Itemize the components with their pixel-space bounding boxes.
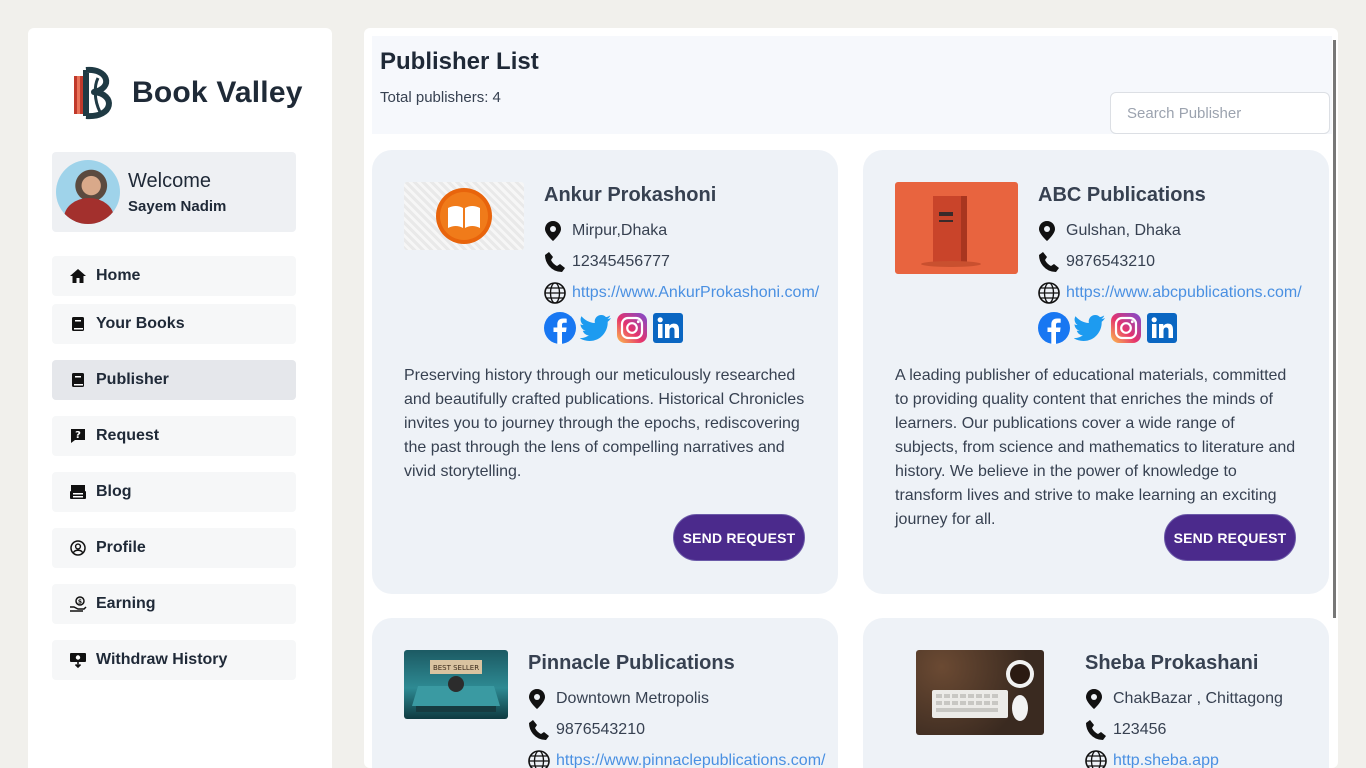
- linkedin-icon[interactable]: [652, 312, 684, 344]
- scrollbar[interactable]: [1333, 40, 1336, 618]
- welcome-username: Sayem Nadim: [128, 197, 227, 215]
- total-publishers: Total publishers: 4: [380, 89, 501, 106]
- publisher-website-link[interactable]: https://www.AnkurProkashoni.com/: [572, 284, 819, 302]
- publisher-address: Mirpur,Dhaka: [572, 221, 668, 239]
- svg-text:?: ?: [75, 430, 81, 441]
- brand[interactable]: Book Valley: [68, 66, 303, 120]
- publisher-logo: [895, 182, 1018, 274]
- book-icon: [68, 371, 88, 389]
- phone-icon: [544, 250, 568, 274]
- sidebar-item-label: Earning: [96, 595, 156, 612]
- publisher-name: Pinnacle Publications: [528, 652, 735, 674]
- svg-text:$: $: [78, 599, 82, 606]
- globe-icon: [544, 281, 568, 305]
- facebook-icon[interactable]: [544, 312, 576, 344]
- sidebar-item-request[interactable]: ? Request: [52, 416, 296, 456]
- welcome-title: Welcome: [128, 169, 211, 192]
- sidebar-item-label: Blog: [96, 483, 132, 500]
- publisher-logo: BEST SELLER: [404, 650, 508, 719]
- publisher-logo: [404, 182, 524, 250]
- publisher-address: ChakBazar , Chittagong: [1113, 689, 1283, 707]
- sidebar-item-label: Withdraw History: [96, 651, 228, 668]
- sidebar-item-your-books[interactable]: Your Books: [52, 304, 296, 344]
- question-icon: ?: [68, 427, 88, 445]
- publisher-card: Sheba Prokashani ChakBazar , Chittagong …: [863, 618, 1329, 768]
- instagram-icon[interactable]: [1110, 312, 1142, 344]
- phone-icon: [1038, 250, 1062, 274]
- sidebar-item-label: Profile: [96, 539, 146, 556]
- sidebar-item-profile[interactable]: Profile: [52, 528, 296, 568]
- publisher-description: Preserving history through our meticulou…: [404, 367, 805, 480]
- location-pin-icon: [528, 687, 552, 711]
- facebook-icon[interactable]: [1038, 312, 1070, 344]
- location-pin-icon: [544, 219, 568, 243]
- send-request-button[interactable]: SEND REQUEST: [673, 514, 805, 561]
- avatar[interactable]: [56, 160, 120, 224]
- main-content: Publisher List Total publishers: 4 Ankur…: [364, 28, 1338, 768]
- phone-icon: [1085, 718, 1109, 742]
- user-circle-icon: [68, 539, 88, 557]
- blog-icon: [68, 483, 88, 501]
- publisher-logo: [916, 650, 1044, 735]
- sidebar-item-publisher[interactable]: Publisher: [52, 360, 296, 400]
- publisher-name: Ankur Prokashoni: [544, 184, 717, 206]
- sidebar-item-label: Your Books: [96, 315, 185, 332]
- publisher-card: ABC Publications Gulshan, Dhaka 98765432…: [863, 150, 1329, 594]
- twitter-icon[interactable]: [580, 312, 612, 344]
- twitter-icon[interactable]: [1074, 312, 1106, 344]
- sidebar-item-earning[interactable]: $ Earning: [52, 584, 296, 624]
- globe-icon: [528, 749, 552, 768]
- publisher-website-link[interactable]: http.sheba.app: [1113, 752, 1219, 768]
- location-pin-icon: [1038, 219, 1062, 243]
- home-icon: [68, 267, 88, 285]
- publisher-address: Downtown Metropolis: [556, 689, 709, 707]
- book-icon: [68, 315, 88, 333]
- brand-name: Book Valley: [132, 76, 303, 109]
- publisher-phone: 12345456777: [572, 252, 670, 270]
- sidebar: Book Valley Welcome Sayem Nadim Home You…: [28, 28, 332, 768]
- book-valley-logo: [68, 66, 118, 120]
- sidebar-nav: Home Your Books Publisher ? Request Blog: [52, 256, 296, 696]
- sidebar-item-label: Publisher: [96, 371, 169, 388]
- sidebar-item-home[interactable]: Home: [52, 256, 296, 296]
- page-header: Publisher List Total publishers: 4: [372, 36, 1332, 134]
- search-publisher-input[interactable]: [1110, 92, 1330, 134]
- sidebar-item-blog[interactable]: Blog: [52, 472, 296, 512]
- publisher-name: Sheba Prokashani: [1085, 652, 1259, 674]
- publisher-website-link[interactable]: https://www.pinnaclepublications.com/: [556, 752, 825, 768]
- hand-coin-icon: $: [68, 595, 88, 613]
- publisher-address: Gulshan, Dhaka: [1066, 221, 1181, 239]
- sidebar-item-withdraw-history[interactable]: Withdraw History: [52, 640, 296, 680]
- publisher-phone: 9876543210: [1066, 252, 1155, 270]
- send-request-button[interactable]: SEND REQUEST: [1164, 514, 1296, 561]
- publisher-description: A leading publisher of educational mater…: [895, 367, 1296, 528]
- sidebar-item-label: Request: [96, 427, 160, 444]
- phone-icon: [528, 718, 552, 742]
- publisher-website-link[interactable]: https://www.abcpublications.com/: [1066, 284, 1302, 302]
- publisher-phone: 9876543210: [556, 720, 645, 738]
- publisher-name: ABC Publications: [1038, 184, 1206, 206]
- publisher-phone: 123456: [1113, 720, 1167, 738]
- withdraw-icon: [68, 651, 88, 669]
- publisher-card: Ankur Prokashoni Mirpur,Dhaka 1234545677…: [372, 150, 838, 594]
- globe-icon: [1085, 749, 1109, 768]
- instagram-icon[interactable]: [616, 312, 648, 344]
- publisher-card: BEST SELLER Pinnacle Publications Downto…: [372, 618, 838, 768]
- location-pin-icon: [1085, 687, 1109, 711]
- globe-icon: [1038, 281, 1062, 305]
- welcome-card: Welcome Sayem Nadim: [52, 152, 296, 232]
- sidebar-item-label: Home: [96, 267, 141, 284]
- svg-text:BEST SELLER: BEST SELLER: [433, 664, 479, 672]
- linkedin-icon[interactable]: [1146, 312, 1178, 344]
- page-title: Publisher List: [380, 48, 539, 75]
